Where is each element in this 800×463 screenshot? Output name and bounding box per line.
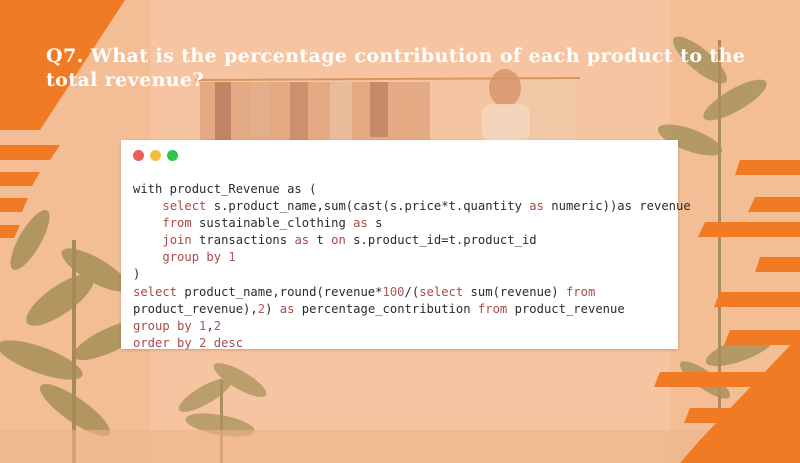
code-token: as: [294, 233, 310, 248]
code-token: ): [265, 301, 280, 316]
code-token: ,: [206, 318, 214, 333]
code-token: s: [367, 216, 383, 231]
code-token: group by: [162, 250, 222, 265]
code-token: select: [162, 199, 207, 214]
close-dot-icon: [133, 150, 144, 161]
code-line: product_revenue),2) as percentage_contri…: [133, 301, 691, 318]
code-token: s.product_name,sum(cast(s.price*t.quanti…: [206, 199, 530, 214]
code-token: from: [477, 301, 508, 316]
code-line: order by 2 desc: [133, 335, 691, 352]
code-line: select s.product_name,sum(cast(s.price*t…: [133, 198, 691, 215]
code-token: on: [331, 233, 346, 248]
code-token: from: [565, 284, 596, 299]
code-token: 2: [257, 301, 266, 316]
code-token: select: [133, 284, 178, 299]
code-token: 100: [382, 284, 405, 299]
code-token: order by: [133, 335, 192, 350]
code-line: select product_name,round(revenue*100/(s…: [133, 284, 691, 301]
code-line: group by 1,2: [133, 318, 691, 335]
code-token: 2: [213, 318, 222, 333]
code-token: transactions: [191, 233, 295, 248]
maximize-dot-icon: [167, 150, 178, 161]
code-token: as: [279, 301, 295, 316]
code-token: t: [309, 233, 332, 248]
code-token: ): [133, 267, 141, 282]
code-line: group by 1: [133, 249, 691, 266]
code-token: /(: [404, 284, 420, 299]
code-token: product_name,round(revenue*: [177, 284, 383, 299]
code-token: select: [419, 284, 464, 299]
code-token: as: [529, 199, 544, 214]
code-line: from sustainable_clothing as s: [133, 215, 691, 232]
code-token: join: [162, 233, 192, 248]
code-token: sustainable_clothing: [191, 216, 354, 231]
code-token: with product_Revenue as (: [133, 182, 317, 196]
code-token: percentage_contribution: [294, 301, 478, 316]
code-token: numeric))as revenue: [543, 199, 691, 214]
code-token: 1: [228, 250, 236, 265]
code-line: ): [133, 266, 691, 283]
code-line: join transactions as t on s.product_id=t…: [133, 232, 691, 249]
code-window: with product_Revenue as ( select s.produ…: [121, 140, 691, 350]
code-token: desc: [213, 335, 244, 350]
code-token: group by: [133, 318, 192, 333]
code-token: as: [353, 216, 368, 231]
code-token: product_revenue),: [133, 301, 258, 316]
code-token: from: [162, 216, 192, 231]
code-block: with product_Revenue as ( select s.produ…: [133, 181, 691, 352]
code-token: s.product_id=t.product_id: [345, 233, 537, 248]
code-token: product_revenue: [507, 301, 625, 316]
code-line: with product_Revenue as (: [133, 181, 691, 198]
minimize-dot-icon: [150, 150, 161, 161]
code-token: sum(revenue): [463, 284, 566, 299]
page-title: Q7. What is the percentage contribution …: [46, 45, 746, 91]
